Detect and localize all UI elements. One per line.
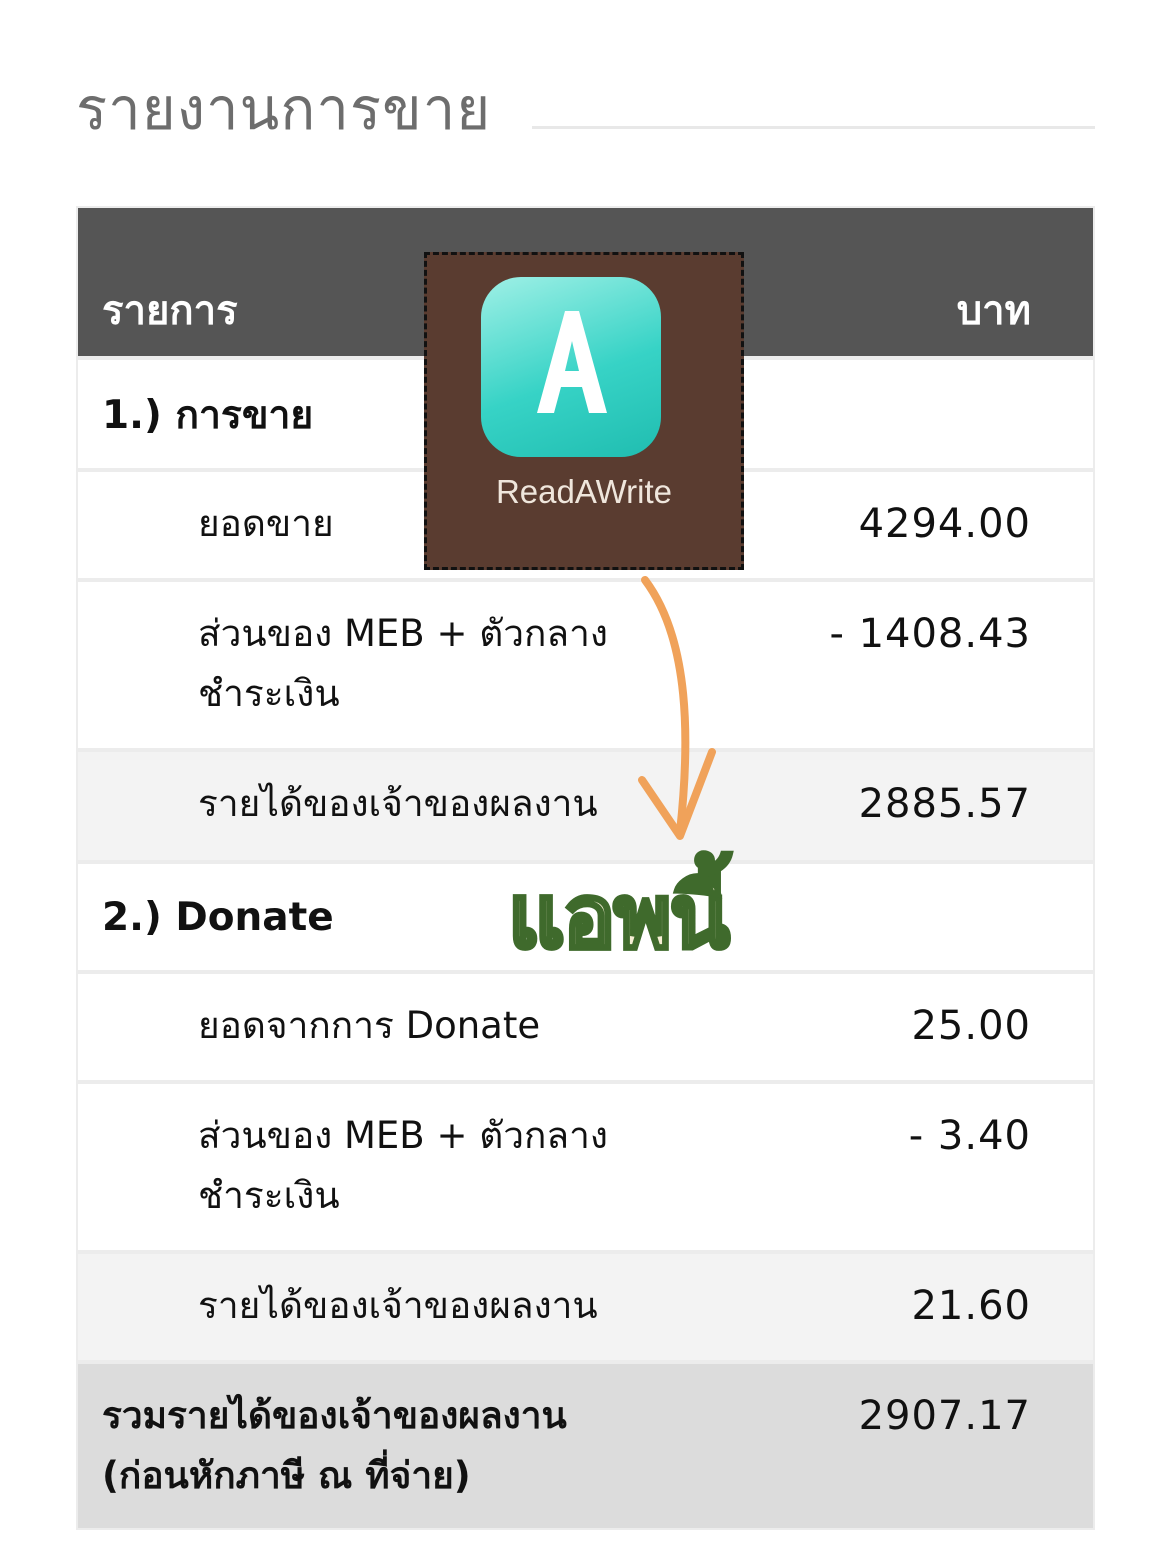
app-badge: ReadAWrite <box>424 252 744 570</box>
table-row: ยอดจากการ Donate 25.00 <box>78 970 1093 1080</box>
section-heading: 2.) Donate <box>102 895 334 940</box>
table-row: ส่วนของ MEB + ตัวกลางชำระเงิน - 3.40 <box>78 1080 1093 1250</box>
header-unit: บาท <box>956 288 1031 334</box>
header-item: รายการ <box>102 288 238 334</box>
row-amount: 21.60 <box>911 1283 1031 1329</box>
row-amount: - 3.40 <box>908 1113 1031 1159</box>
table-row: ส่วนของ MEB + ตัวกลางชำระเงิน - 1408.43 <box>78 578 1093 748</box>
row-label: รายได้ของเจ้าของผลงาน <box>198 782 598 825</box>
row-label: ยอดจากการ Donate <box>198 1004 541 1047</box>
arrow-down-icon <box>638 576 716 840</box>
title-divider <box>532 126 1095 129</box>
app-name: ReadAWrite <box>495 473 673 510</box>
total-row: รวมรายได้ของเจ้าของผลงาน (ก่อนหักภาษี ณ … <box>78 1360 1093 1528</box>
total-amount: 2907.17 <box>858 1393 1031 1439</box>
row-label: รายได้ของเจ้าของผลงาน <box>198 1284 598 1327</box>
table-row: รายได้ของเจ้าของผลงาน 21.60 <box>78 1250 1093 1360</box>
row-label: ส่วนของ MEB + ตัวกลางชำระเงิน <box>198 612 608 715</box>
row-amount: 25.00 <box>911 1003 1031 1049</box>
readawrite-app-icon <box>481 277 661 457</box>
table-row: รายได้ของเจ้าของผลงาน 2885.57 <box>78 748 1093 860</box>
section-heading: 1.) การขาย <box>102 393 314 438</box>
row-amount: 4294.00 <box>858 501 1031 547</box>
row-amount: - 1408.43 <box>829 611 1031 657</box>
row-label: ส่วนของ MEB + ตัวกลางชำระเงิน <box>198 1114 608 1217</box>
row-amount: 2885.57 <box>858 781 1031 827</box>
page-title: รายงานการขาย <box>76 75 492 143</box>
callout-text: แอพนี้ <box>506 863 732 970</box>
total-label: รวมรายได้ของเจ้าของผลงาน (ก่อนหักภาษี ณ … <box>102 1394 567 1497</box>
